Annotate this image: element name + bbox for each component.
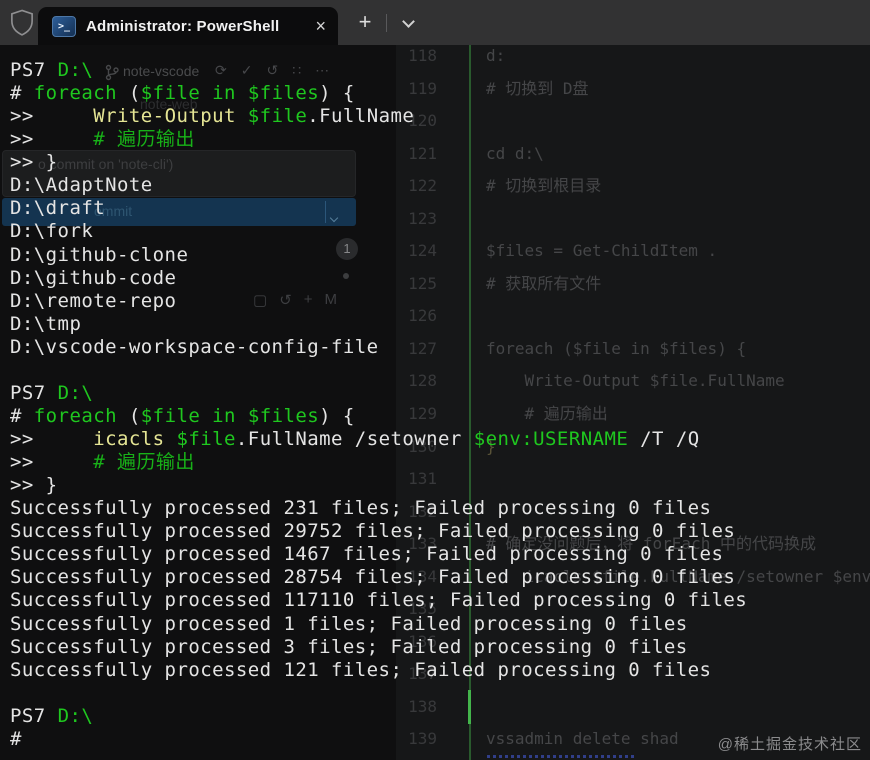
terminal-line: D:\fork [10,220,866,243]
terminal-line: D:\github-clone [10,244,866,267]
terminal-line: PS7 D:\ [10,382,866,405]
terminal-line: >> } [10,474,866,497]
terminal-line: D:\remote-repo [10,290,866,313]
terminal-line: Successfully processed 3 files; Failed p… [10,636,866,659]
terminal-line: PS7 D:\ [10,59,866,82]
terminal-line: D:\tmp [10,313,866,336]
error-squiggle-underline [487,755,635,758]
watermark: @稀土掘金技术社区 [718,733,862,754]
terminal-output: PS7 D:\# foreach ($file in $files) {>> W… [10,59,866,751]
terminal-line: D:\AdaptNote [10,174,866,197]
terminal-line: >> Write-Output $file.FullName [10,105,866,128]
terminal-line: Successfully processed 29752 files; Fail… [10,520,866,543]
admin-shield-icon [9,9,35,36]
terminal-content-area[interactable]: 118d:119# 切换到 D盘120121cd d:\122# 切换到根目录1… [0,45,870,760]
terminal-line: >> icacls $file.FullName /setowner $env:… [10,428,866,451]
terminal-line: D:\github-code [10,267,866,290]
windows-terminal-window: >_ Administrator: PowerShell × + 118d:11… [0,0,870,760]
terminal-line: >> # 遍历输出 [10,128,866,151]
terminal-line: Successfully processed 117110 files; Fai… [10,589,866,612]
terminal-line: Successfully processed 1 files; Failed p… [10,613,866,636]
terminal-line: >> # 遍历输出 [10,451,866,474]
terminal-line: Successfully processed 231 files; Failed… [10,497,866,520]
new-tab-button[interactable]: + [349,8,381,38]
powershell-icon: >_ [52,16,76,37]
titlebar-divider [386,14,387,32]
terminal-line: Successfully processed 121 files; Failed… [10,659,866,682]
tab-close-icon[interactable]: × [315,17,326,35]
terminal-line: D:\vscode-workspace-config-file [10,336,866,359]
terminal-line [10,359,866,382]
titlebar[interactable]: >_ Administrator: PowerShell × + [0,0,870,45]
terminal-line [10,682,866,705]
terminal-line: # foreach ($file in $files) { [10,82,866,105]
terminal-line: # foreach ($file in $files) { [10,405,866,428]
terminal-line: Successfully processed 1467 files; Faile… [10,543,866,566]
chevron-down-icon [402,15,415,28]
terminal-line: D:\draft [10,197,866,220]
tab-title: Administrator: PowerShell [86,18,305,35]
tab-dropdown-button[interactable] [393,8,423,38]
terminal-line: >> } [10,151,866,174]
terminal-line: Successfully processed 28754 files; Fail… [10,566,866,589]
terminal-line: PS7 D:\ [10,705,866,728]
